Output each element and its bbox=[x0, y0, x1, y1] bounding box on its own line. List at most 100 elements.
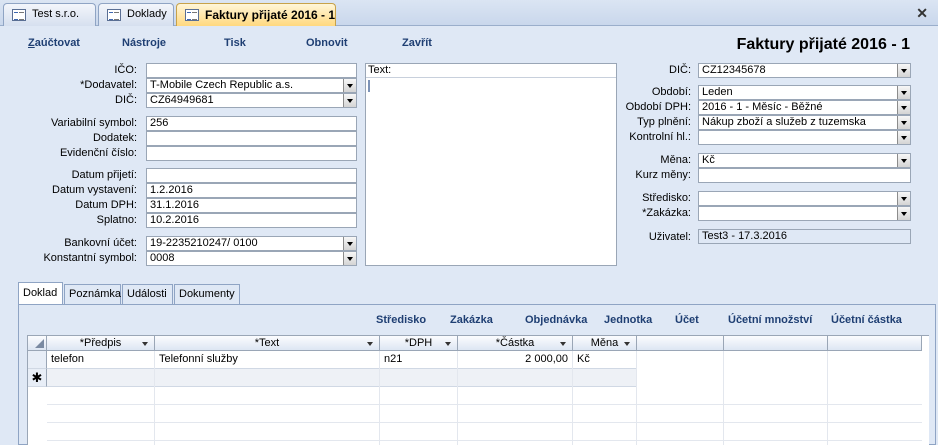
dic-combo[interactable]: CZ64949681 bbox=[146, 93, 357, 108]
bankovni-combo[interactable]: 19-2235210247/ 0100 bbox=[146, 236, 357, 251]
chevron-down-icon[interactable] bbox=[343, 79, 356, 92]
tab-label: Test s.r.o. bbox=[32, 8, 80, 20]
ucetni-mnozstvi-link[interactable]: Účetní množství bbox=[728, 314, 812, 326]
chevron-down-icon[interactable] bbox=[897, 192, 910, 205]
uzivatel-label: Uživatel: bbox=[648, 231, 691, 243]
own-dic-combo[interactable]: CZ12345678 bbox=[698, 63, 911, 78]
tab-doklady[interactable]: Doklady bbox=[98, 3, 174, 26]
close-icon[interactable]: ✕ bbox=[916, 5, 928, 22]
column-header-dph[interactable]: *DPH bbox=[380, 336, 458, 351]
column-header-castka[interactable]: *Částka bbox=[458, 336, 573, 351]
zakazka-link[interactable]: Zakázka bbox=[450, 314, 493, 326]
new-cell-dph[interactable] bbox=[380, 369, 458, 387]
tisk-button[interactable]: Tisk bbox=[224, 37, 246, 49]
tab-doklad[interactable]: Doklad bbox=[18, 282, 63, 305]
tab-doklad-label: Doklad bbox=[23, 287, 58, 299]
line-items-grid: *Předpis *Text *DPH *Částka Měna telefon… bbox=[27, 335, 929, 445]
tab-dokumenty-label: Dokumenty bbox=[179, 288, 235, 300]
cell-text[interactable]: Telefonní služby bbox=[155, 351, 380, 369]
new-cell-mena[interactable] bbox=[573, 369, 637, 387]
obdobi-dph-combo[interactable]: 2016 - 1 - Měsíc - Běžné bbox=[698, 100, 911, 115]
chevron-down-icon[interactable] bbox=[897, 116, 910, 129]
sort-arrow-icon[interactable] bbox=[624, 342, 630, 346]
konstantni-label: Konstantní symbol: bbox=[43, 252, 137, 264]
zavrit-button[interactable]: Zavřít bbox=[402, 37, 432, 49]
nastroje-button[interactable]: Nástroje bbox=[122, 37, 166, 49]
column-header-mena[interactable]: Měna bbox=[573, 336, 637, 351]
kurz-field[interactable] bbox=[698, 168, 911, 183]
grid-line bbox=[47, 423, 922, 441]
form-icon bbox=[107, 9, 121, 21]
objednavka-link[interactable]: Objednávka bbox=[525, 314, 587, 326]
chevron-down-icon[interactable] bbox=[343, 94, 356, 107]
variabilni-field[interactable]: 256 bbox=[146, 116, 357, 131]
ucet-link[interactable]: Účet bbox=[675, 314, 699, 326]
chevron-down-icon[interactable] bbox=[897, 101, 910, 114]
form-icon bbox=[12, 9, 26, 21]
stredisko-link[interactable]: Středisko bbox=[376, 314, 426, 326]
dodavatel-combo[interactable]: T-Mobile Czech Republic a.s. bbox=[146, 78, 357, 93]
grid-line bbox=[572, 351, 573, 445]
obdobi-combo[interactable]: Leden bbox=[698, 85, 911, 100]
chevron-down-icon[interactable] bbox=[897, 86, 910, 99]
chevron-down-icon[interactable] bbox=[343, 252, 356, 265]
sort-arrow-icon[interactable] bbox=[367, 342, 373, 346]
tab-poznamka[interactable]: Poznámka bbox=[64, 284, 121, 304]
evidencni-field[interactable] bbox=[146, 146, 357, 161]
sort-arrow-icon[interactable] bbox=[560, 342, 566, 346]
datum-vystaveni-field[interactable]: 1.2.2016 bbox=[146, 183, 357, 198]
datum-dph-field[interactable]: 31.1.2016 bbox=[146, 198, 357, 213]
row-selector[interactable] bbox=[28, 351, 47, 369]
mena-combo[interactable]: Kč bbox=[698, 153, 911, 168]
sort-arrow-icon[interactable] bbox=[142, 342, 148, 346]
obnovit-button[interactable]: Obnovit bbox=[306, 37, 348, 49]
bankovni-label: Bankovní účet: bbox=[64, 237, 137, 249]
new-cell-text[interactable] bbox=[155, 369, 380, 387]
tab-faktury-prijate[interactable]: Faktury přijaté 2016 - 1 bbox=[176, 3, 336, 27]
text-area[interactable]: Text: bbox=[365, 63, 617, 266]
cell-castka[interactable]: 2 000,00 bbox=[458, 351, 573, 369]
invoice-form: Zaúčtovat Nástroje Tisk Obnovit Zavřít F… bbox=[0, 26, 938, 445]
konstantni-combo[interactable]: 0008 bbox=[146, 251, 357, 266]
new-cell-castka[interactable] bbox=[458, 369, 573, 387]
cell-mena[interactable]: Kč bbox=[573, 351, 637, 369]
cell-predpis[interactable]: telefon bbox=[47, 351, 155, 369]
tab-udalosti[interactable]: Události bbox=[122, 284, 173, 304]
zakazka-combo[interactable] bbox=[698, 206, 911, 221]
splatno-field[interactable]: 10.2.2016 bbox=[146, 213, 357, 228]
doklad-panel: Středisko Zakázka Objednávka Jednotka Úč… bbox=[18, 304, 936, 445]
chevron-down-icon[interactable] bbox=[897, 154, 910, 167]
jednotka-link[interactable]: Jednotka bbox=[604, 314, 652, 326]
obdobi-value: Leden bbox=[702, 86, 733, 98]
column-header-predpis[interactable]: *Předpis bbox=[47, 336, 155, 351]
chevron-down-icon[interactable] bbox=[897, 207, 910, 220]
chevron-down-icon[interactable] bbox=[897, 131, 910, 144]
typ-plneni-label: Typ plnění: bbox=[637, 116, 691, 128]
ico-label: IČO: bbox=[114, 64, 137, 76]
chevron-down-icon[interactable] bbox=[897, 64, 910, 77]
cell-dph[interactable]: n21 bbox=[380, 351, 458, 369]
tab-dokumenty[interactable]: Dokumenty bbox=[174, 284, 240, 304]
tab-test-sro[interactable]: Test s.r.o. bbox=[3, 3, 96, 26]
ico-field[interactable] bbox=[146, 63, 357, 78]
select-all-button[interactable] bbox=[28, 336, 47, 351]
grid-line bbox=[457, 351, 458, 445]
new-cell-predpis[interactable] bbox=[47, 369, 155, 387]
sort-arrow-icon[interactable] bbox=[445, 342, 451, 346]
text-area-label: Text: bbox=[366, 64, 616, 78]
dodatek-field[interactable] bbox=[146, 131, 357, 146]
grid-line bbox=[47, 387, 922, 405]
datum-prijeti-field[interactable] bbox=[146, 168, 357, 183]
zauctovat-button[interactable]: Zaúčtovat bbox=[28, 37, 80, 49]
ucetni-castka-link[interactable]: Účetní částka bbox=[831, 314, 902, 326]
chevron-down-icon[interactable] bbox=[343, 237, 356, 250]
tab-label: Faktury přijaté 2016 - 1 bbox=[205, 8, 336, 22]
column-header-text[interactable]: *Text bbox=[155, 336, 380, 351]
stredisko-combo[interactable] bbox=[698, 191, 911, 206]
kontrolni-combo[interactable] bbox=[698, 130, 911, 145]
grid-line bbox=[154, 351, 155, 445]
column-header-empty bbox=[724, 336, 828, 351]
column-label: *DPH bbox=[404, 337, 433, 349]
typ-plneni-combo[interactable]: Nákup zboží a služeb z tuzemska bbox=[698, 115, 911, 130]
new-row-selector[interactable]: ✱ bbox=[28, 369, 47, 387]
